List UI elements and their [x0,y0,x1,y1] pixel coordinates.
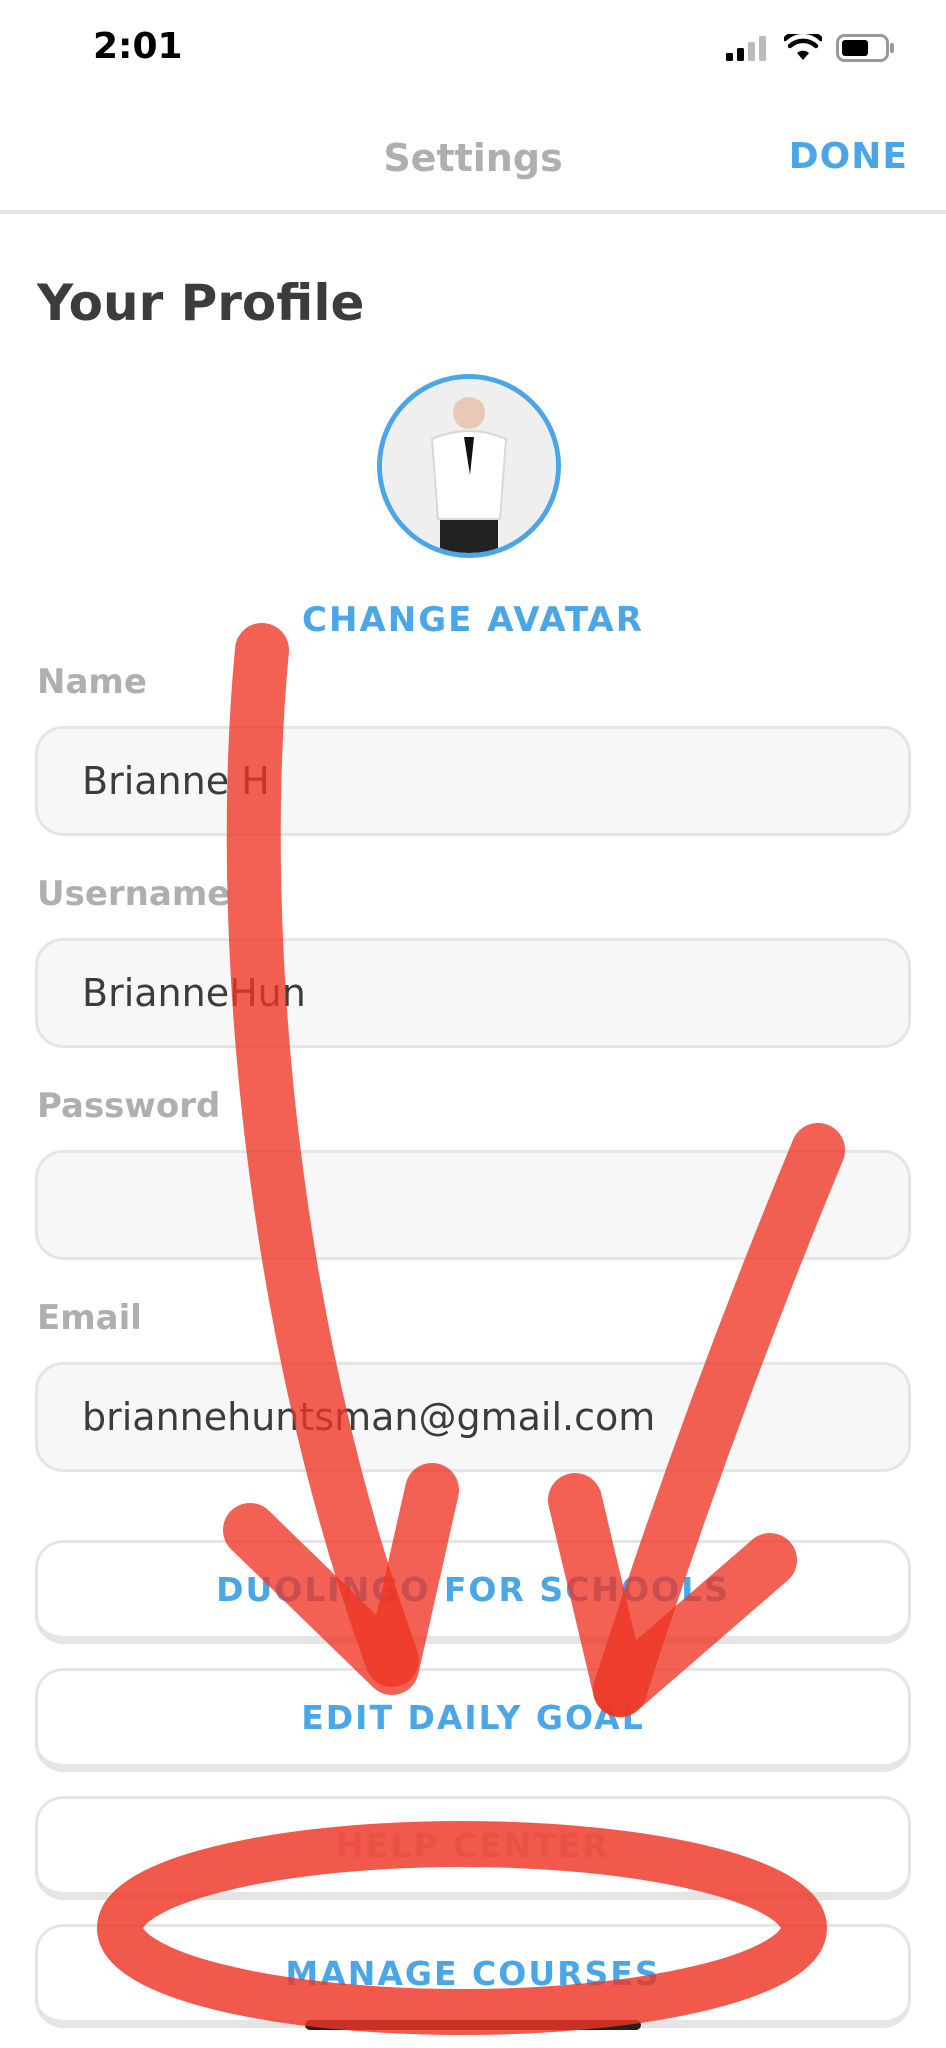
email-label: Email [37,1298,142,1338]
email-field[interactable]: briannehuntsman@gmail.com [35,1362,911,1472]
status-time: 2:01 [93,26,183,67]
battery-icon [836,34,894,62]
username-label: Username [37,874,231,914]
done-button[interactable]: DONE [789,136,908,177]
home-indicator [305,2020,641,2030]
manage-courses-button[interactable]: MANAGE COURSES [35,1924,911,2028]
status-icons [726,34,896,62]
username-field[interactable]: BrianneHun [35,938,911,1048]
change-avatar-button[interactable]: CHANGE AVATAR [0,600,946,640]
avatar-photo [382,379,556,553]
edit-daily-goal-button[interactable]: EDIT DAILY GOAL [35,1668,911,1772]
name-label: Name [37,662,147,702]
name-field[interactable]: Brianne H [35,726,911,836]
section-title: Your Profile [37,274,365,332]
nav-bar: Settings DONE [0,100,946,214]
password-label: Password [37,1086,221,1126]
signal-icon [726,36,766,61]
duolingo-for-schools-button[interactable]: DUOLINGO FOR SCHOOLS [35,1540,911,1644]
help-center-button[interactable]: HELP CENTER [35,1796,911,1900]
avatar[interactable] [377,374,561,558]
wifi-icon [784,34,822,60]
password-field[interactable] [35,1150,911,1260]
status-bar: 2:01 [0,0,946,100]
